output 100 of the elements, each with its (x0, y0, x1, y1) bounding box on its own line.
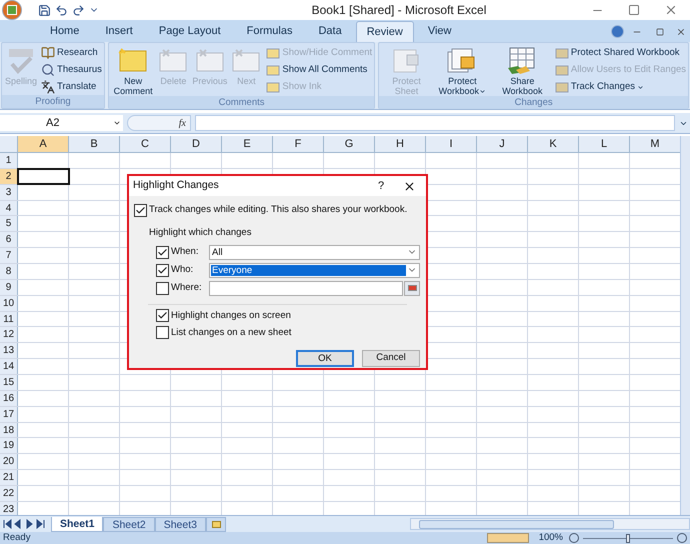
zoom-out-icon[interactable] (569, 533, 579, 543)
column-header[interactable]: G (324, 136, 375, 152)
checkbox[interactable] (156, 282, 169, 294)
name-box[interactable]: A2 (0, 115, 123, 131)
small-note-icon (266, 46, 280, 60)
ribbon-tab[interactable]: View (416, 21, 464, 42)
sheet-navigation-icon[interactable] (3, 519, 47, 529)
checkbox-label: Highlight changes on screen (171, 308, 291, 322)
dialog-button[interactable]: OK (296, 350, 354, 367)
search-icon (41, 63, 56, 77)
row-header[interactable]: 3 (0, 184, 18, 200)
office-button[interactable] (2, 0, 22, 20)
row-header[interactable]: 14 (0, 359, 18, 374)
sheet-tab[interactable]: Sheet2 (103, 517, 155, 532)
ribbon-tab[interactable]: Review (356, 21, 414, 42)
checkbox[interactable] (134, 204, 147, 217)
formula-input[interactable] (195, 115, 675, 131)
function-button[interactable]: fx (127, 115, 191, 131)
sheet-tab[interactable]: Sheet3 (154, 517, 206, 532)
row-header[interactable]: 8 (0, 264, 18, 279)
column-header[interactable]: K (528, 136, 579, 152)
dropdown-field[interactable]: All (209, 244, 420, 260)
book-icon (41, 46, 56, 60)
column-header[interactable]: A (18, 136, 69, 152)
help-icon[interactable] (611, 25, 624, 38)
zoom-level: 100% (538, 530, 563, 544)
column-header[interactable]: J (477, 136, 528, 152)
caret-icon (113, 119, 121, 127)
checkbox[interactable] (156, 326, 169, 340)
dialog-button[interactable]: Cancel (362, 350, 420, 367)
ribbon-button[interactable]: Protect Workbook (432, 46, 492, 96)
ribbon-tab[interactable]: Page Layout (146, 21, 233, 42)
column-header[interactable]: B (69, 136, 120, 152)
close-icon[interactable] (403, 180, 416, 192)
column-header[interactable]: L (579, 136, 630, 152)
row-header[interactable]: 22 (0, 486, 18, 501)
small-note-icon (554, 80, 569, 94)
sheet-tab[interactable]: Sheet1 (51, 517, 104, 532)
restore-icon[interactable] (656, 28, 664, 36)
row-header[interactable]: 9 (0, 280, 18, 295)
close-icon[interactable] (676, 27, 686, 37)
ribbon-tab[interactable]: Formulas (234, 21, 304, 42)
row-header[interactable]: 20 (0, 454, 18, 470)
row-header[interactable]: 10 (0, 296, 18, 311)
ribbon-button[interactable]: Thesaurus (41, 63, 102, 77)
column-header[interactable]: I (426, 136, 477, 152)
row-header[interactable]: 21 (0, 470, 18, 486)
ribbon-button[interactable]: Show All Comments (266, 63, 372, 77)
row-header[interactable]: 7 (0, 248, 18, 264)
undo-icon[interactable] (55, 4, 68, 16)
column-header[interactable]: H (375, 136, 426, 152)
group-label: Proofing (2, 95, 104, 108)
vertical-scrollbar[interactable] (680, 136, 690, 515)
redo-icon[interactable] (72, 4, 85, 16)
group-label: Comments (108, 96, 374, 109)
row-header[interactable]: 15 (0, 375, 18, 390)
active-cell[interactable] (18, 168, 69, 184)
row-header[interactable]: 5 (0, 216, 18, 232)
checkbox[interactable] (156, 246, 169, 258)
row-header[interactable]: 23 (0, 502, 18, 515)
range-picker-icon[interactable] (404, 280, 420, 296)
range-input[interactable] (209, 280, 403, 296)
column-header[interactable]: D (171, 136, 222, 152)
row-header[interactable]: 12 (0, 327, 18, 342)
dropdown-field[interactable]: Everyone (209, 262, 420, 278)
column-header[interactable]: C (120, 136, 171, 152)
row-header[interactable]: 18 (0, 422, 18, 438)
ribbon-tab[interactable]: Home (38, 21, 92, 42)
ribbon-button[interactable]: Translate (41, 80, 102, 94)
ribbon-tab[interactable]: Insert (93, 21, 145, 42)
row-header[interactable]: 11 (0, 312, 18, 326)
field-label: Who: (171, 262, 194, 277)
column-header[interactable]: F (273, 136, 324, 152)
maximize-icon[interactable] (628, 4, 640, 16)
row-header[interactable]: 17 (0, 406, 18, 422)
row-header[interactable]: 13 (0, 343, 18, 358)
insert-sheet-icon[interactable] (206, 517, 226, 532)
ribbon-button[interactable]: New Comment (110, 46, 156, 96)
column-header[interactable]: E (222, 136, 273, 152)
row-header[interactable]: 16 (0, 390, 18, 406)
translate-icon (41, 80, 56, 94)
row-header[interactable]: 1 (0, 153, 18, 168)
row-header[interactable]: 6 (0, 232, 18, 248)
zoom-in-icon[interactable] (677, 533, 687, 543)
ribbon-button[interactable]: Research (41, 46, 102, 60)
ribbon-button[interactable]: Track Changes (554, 80, 686, 94)
window-title: Book1 [Shared] - Microsoft Excel (310, 2, 488, 19)
ribbon-button[interactable]: Protect Shared Workbook (554, 46, 686, 60)
horizontal-scrollbar[interactable] (410, 518, 690, 530)
slider-thumb[interactable] (626, 534, 630, 542)
row-header[interactable]: 19 (0, 438, 18, 454)
help-button[interactable]: ? (369, 178, 393, 194)
save-icon[interactable] (38, 4, 51, 16)
row-header[interactable]: 4 (0, 200, 18, 216)
ribbon-tab[interactable]: Data (306, 21, 354, 42)
checkbox[interactable] (156, 309, 169, 322)
checkbox[interactable] (156, 264, 169, 276)
ribbon-button[interactable]: Share Workbook (492, 46, 552, 96)
group-label: Highlight which changes (149, 226, 252, 240)
checkbox-label: List changes on a new sheet (171, 326, 292, 340)
